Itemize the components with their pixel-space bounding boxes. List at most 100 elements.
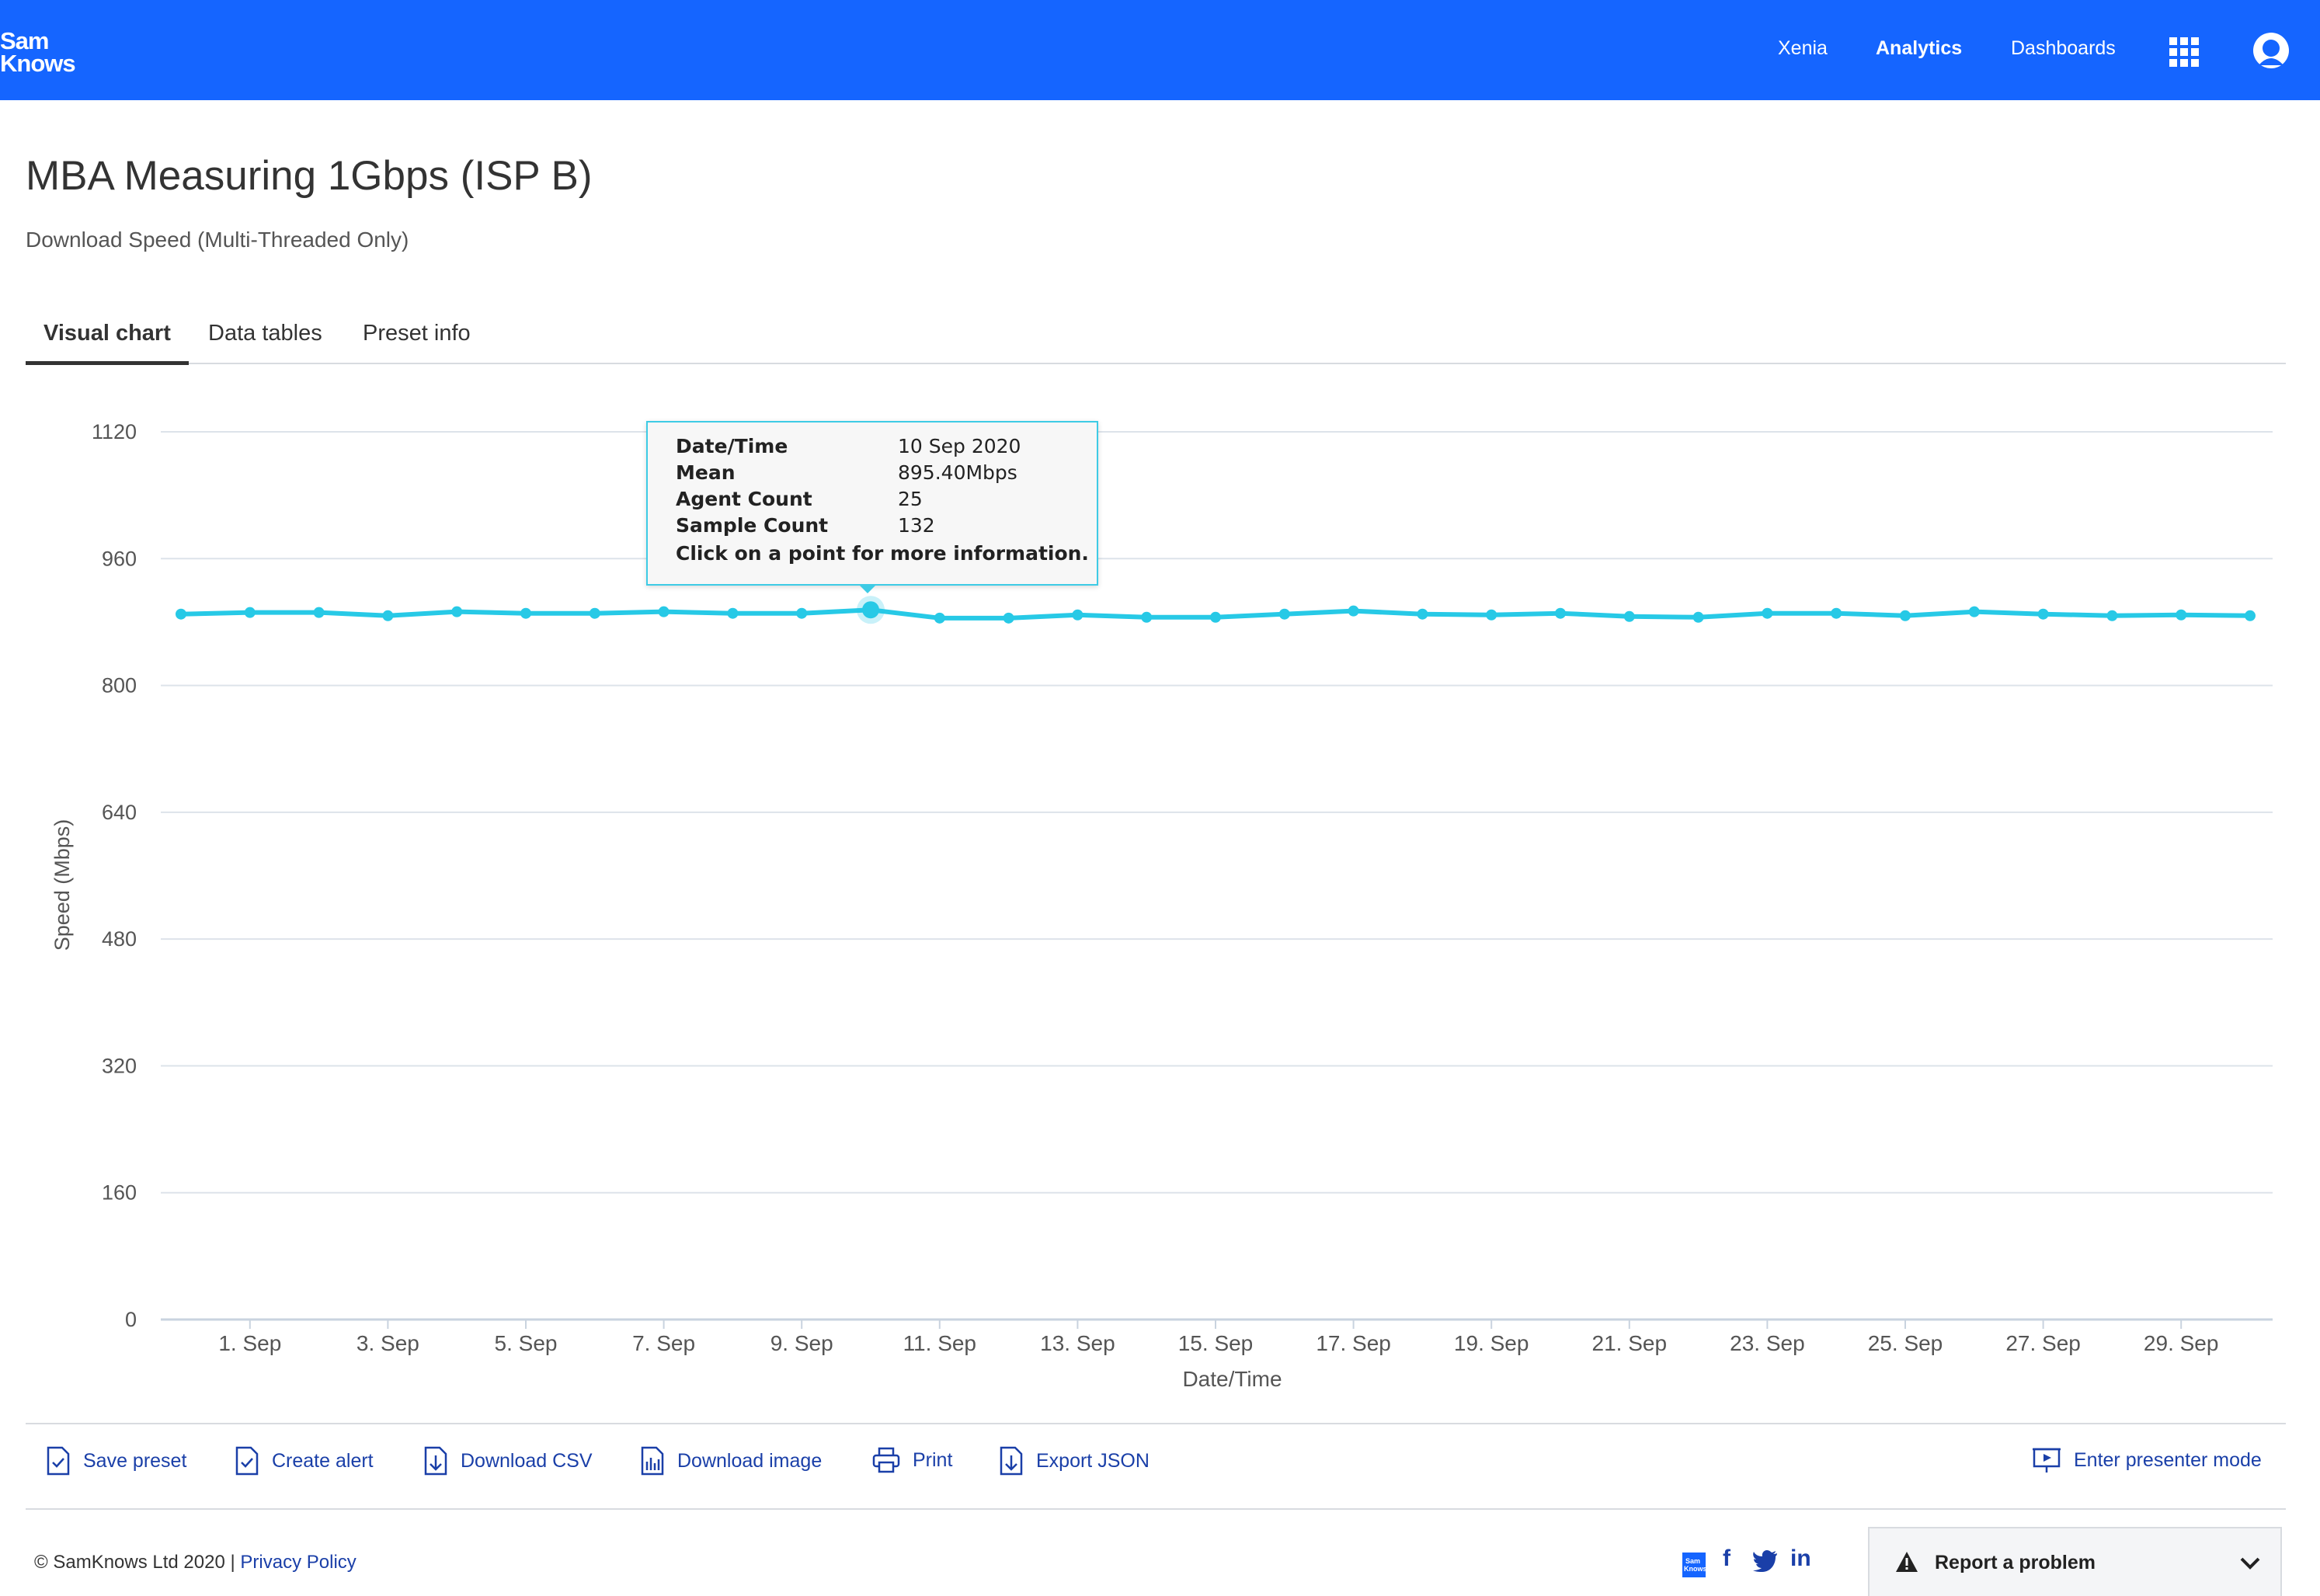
export-json-icon	[1000, 1446, 1023, 1476]
facebook-icon[interactable]: f	[1723, 1546, 1730, 1572]
x-tick-label: 21. Sep	[1592, 1331, 1668, 1355]
linkedin-icon[interactable]: in	[1790, 1546, 1811, 1572]
download-image-button[interactable]: Download image	[640, 1446, 822, 1476]
x-tick-label: 3. Sep	[357, 1331, 419, 1355]
page-subtitle: Download Speed (Multi-Threaded Only)	[26, 228, 409, 252]
presenter-mode-label: Enter presenter mode	[2074, 1448, 2262, 1471]
create-alert-icon	[235, 1446, 259, 1476]
export-json-button[interactable]: Export JSON	[999, 1446, 1150, 1476]
tooltip-row-sample-count: Sample Count 132	[676, 514, 935, 537]
x-tick-label: 15. Sep	[1178, 1331, 1254, 1355]
y-tick-label: 1120	[92, 420, 137, 443]
download-csv-icon	[424, 1446, 447, 1476]
report-problem-label: Report a problem	[1935, 1552, 2096, 1573]
print-button[interactable]: Print	[872, 1446, 952, 1474]
tooltip-label: Agent Count	[676, 488, 812, 510]
data-point	[1692, 611, 1704, 623]
x-tick-label: 19. Sep	[1454, 1331, 1529, 1355]
tooltip-label: Sample Count	[676, 514, 829, 537]
data-point	[244, 607, 256, 618]
data-point	[1003, 612, 1014, 624]
download-image-icon	[641, 1446, 664, 1476]
download-image-label: Download image	[677, 1449, 823, 1472]
data-point	[313, 607, 325, 618]
samknows-icon[interactable]: SamKnows	[1682, 1553, 1706, 1577]
download-csv-button[interactable]: Download CSV	[423, 1446, 593, 1476]
samknows-logo[interactable]: Sam Knows	[0, 27, 76, 77]
data-point	[1072, 609, 1083, 621]
tooltip-note: Click on a point for more information.	[676, 542, 1089, 565]
data-point	[1278, 608, 1290, 620]
data-point	[2106, 610, 2118, 621]
create-alert-button[interactable]: Create alert	[235, 1446, 374, 1476]
footer-copyright: © SamKnows Ltd 2020 | Privacy Policy	[34, 1552, 357, 1573]
twitter-icon[interactable]	[1753, 1550, 1778, 1572]
data-point	[1831, 607, 1842, 619]
x-tick-label: 9. Sep	[770, 1331, 833, 1355]
chart-actions-bar: Save preset Create alert Download CSV Do…	[26, 1423, 2286, 1510]
data-point	[1486, 609, 1497, 621]
download-csv-label: Download CSV	[461, 1449, 593, 1472]
svg-text:Sam: Sam	[1685, 1557, 1700, 1565]
tooltip-value: 10 Sep 2020	[898, 435, 1021, 457]
tooltip-value: 132	[898, 514, 935, 537]
tooltip-value: 25	[898, 488, 923, 510]
tooltip-arrow	[858, 584, 877, 593]
x-tick-label: 17. Sep	[1316, 1331, 1391, 1355]
tooltip-label: Date/Time	[676, 435, 788, 457]
logo-line-2: Knows	[0, 50, 76, 77]
data-point	[658, 606, 670, 617]
logo-line-1: Sam	[0, 27, 49, 54]
data-point	[1900, 610, 1911, 621]
save-preset-icon	[47, 1446, 70, 1476]
data-point	[727, 607, 739, 619]
report-problem-button[interactable]: Report a problem	[1868, 1527, 2282, 1596]
nav-dashboards[interactable]: Dashboards	[2011, 37, 2116, 60]
tab-data-tables[interactable]: Data tables	[208, 321, 322, 361]
save-preset-button[interactable]: Save preset	[46, 1446, 186, 1476]
x-tick-label: 27. Sep	[2005, 1331, 2081, 1355]
chevron-down-icon	[2240, 1557, 2260, 1570]
tooltip-label: Mean	[676, 461, 736, 484]
print-icon	[872, 1447, 900, 1473]
tab-visual-chart[interactable]: Visual chart	[26, 321, 189, 365]
nav-xenia[interactable]: Xenia	[1778, 37, 1828, 60]
privacy-policy-link[interactable]: Privacy Policy	[240, 1552, 356, 1573]
x-tick-label: 7. Sep	[632, 1331, 695, 1355]
warning-icon	[1896, 1552, 1918, 1572]
x-tick-label: 13. Sep	[1040, 1331, 1115, 1355]
highlighted-data-point	[862, 601, 879, 619]
y-tick-label: 160	[102, 1181, 137, 1205]
presenter-mode-icon	[2033, 1448, 2061, 1473]
data-point	[2245, 610, 2256, 621]
chart-tooltip: Date/Time 10 Sep 2020 Mean 895.40Mbps Agen…	[646, 421, 1098, 586]
view-tabs: Visual chart Data tables Preset info	[26, 315, 2286, 365]
y-axis-title: Speed (Mbps)	[50, 819, 74, 951]
nav-analytics[interactable]: Analytics	[1876, 37, 1962, 60]
x-tick-label: 11. Sep	[903, 1331, 976, 1355]
grid-icon[interactable]	[2168, 36, 2200, 68]
tooltip-row-mean: Mean 895.40Mbps	[676, 461, 1017, 484]
x-tick-label: 23. Sep	[1730, 1331, 1805, 1355]
data-point	[589, 607, 600, 619]
x-tick-label: 5. Sep	[495, 1331, 558, 1355]
user-icon[interactable]	[2252, 31, 2290, 70]
print-label: Print	[913, 1448, 953, 1471]
tooltip-row-agent-count: Agent Count 25	[676, 488, 923, 510]
data-point	[176, 608, 186, 620]
data-point	[451, 606, 463, 617]
tab-preset-info[interactable]: Preset info	[363, 321, 471, 361]
data-point	[796, 607, 808, 619]
data-point	[934, 612, 945, 624]
data-point	[1762, 607, 1773, 619]
y-tick-label: 960	[102, 547, 137, 570]
svg-text:Knows: Knows	[1684, 1565, 1706, 1573]
data-point	[1210, 611, 1221, 623]
page-title: MBA Measuring 1Gbps (ISP B)	[26, 153, 593, 199]
save-preset-label: Save preset	[83, 1449, 187, 1472]
line-chart-svg: 0 160 320 480 640 800 960 1120 Speed (Mbps) 1. Se…	[50, 420, 2273, 1391]
x-tick-label: 25. Sep	[1868, 1331, 1943, 1355]
data-point	[1141, 611, 1153, 623]
y-tick-label: 800	[102, 674, 137, 697]
presenter-mode-button[interactable]: Enter presenter mode	[2032, 1446, 2262, 1474]
